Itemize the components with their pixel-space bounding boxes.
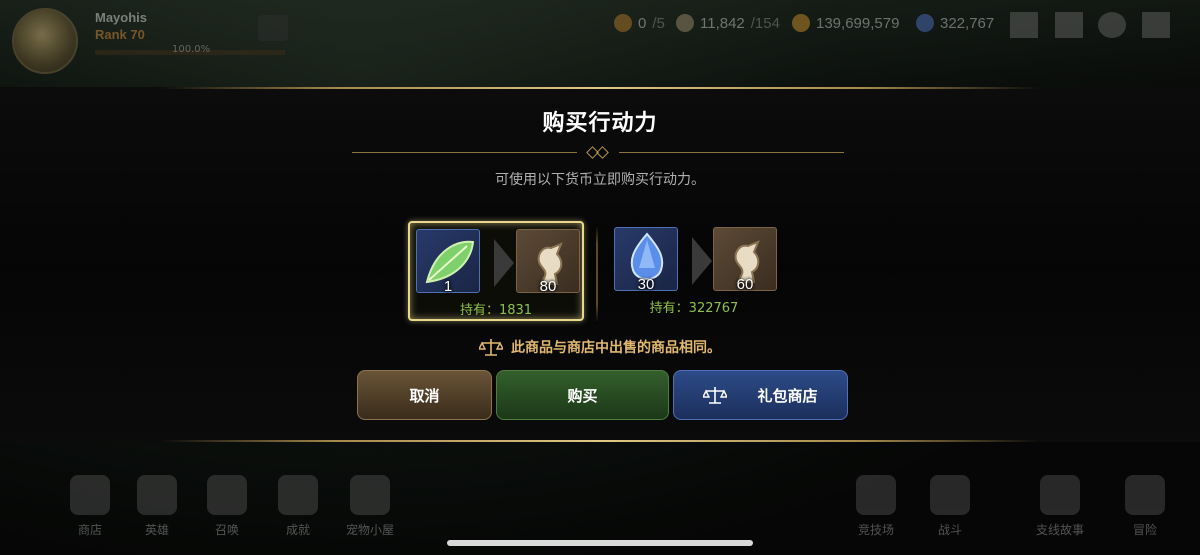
stamina-horse-icon	[676, 14, 694, 32]
nav-summon[interactable]: 召唤	[197, 475, 257, 538]
gain-quantity: 60	[736, 276, 754, 293]
nav-side-story[interactable]: 支线故事	[1030, 475, 1090, 538]
hourglass-icon	[614, 14, 632, 32]
package-shop-button[interactable]: 礼包商店	[673, 370, 848, 420]
same-item-notice: 此商品与商店中出售的商品相同。	[0, 337, 1200, 357]
gain-slot: 60	[713, 227, 777, 293]
gold-counter[interactable]: 139,699,579	[792, 14, 899, 32]
mail-icon[interactable]	[1055, 12, 1083, 38]
nav-hero[interactable]: 英雄	[127, 475, 187, 538]
cancel-button[interactable]: 取消	[357, 370, 492, 420]
gain-quantity: 80	[539, 278, 557, 295]
nav-pet-house[interactable]: 宠物小屋	[340, 475, 400, 538]
stamina-b-counter[interactable]: 11,842/154	[676, 14, 780, 32]
arrow-right-icon	[692, 237, 712, 285]
avatar[interactable]	[12, 8, 78, 74]
notice-text: 此商品与商店中出售的商品相同。	[511, 340, 721, 356]
option-separator	[596, 224, 598, 324]
owned-count: 持有：1831	[459, 303, 533, 318]
gain-slot: 80	[516, 229, 580, 295]
cost-slot: 30	[614, 227, 678, 293]
exp-percent: 100.0%	[172, 44, 211, 55]
purchase-option-leaf[interactable]: 1 80 持有：1831	[408, 221, 584, 321]
cost-quantity: 30	[637, 276, 655, 293]
arrow-right-icon	[494, 239, 514, 287]
buy-button[interactable]: 购买	[496, 370, 669, 420]
adventure-icon	[1125, 475, 1165, 515]
nav-battle[interactable]: 战斗	[920, 475, 980, 538]
scale-icon	[479, 339, 503, 356]
player-name: Mayohis	[95, 10, 148, 25]
home-indicator[interactable]	[447, 540, 753, 546]
shop-icon	[70, 475, 110, 515]
menu-icon[interactable]	[1142, 12, 1170, 38]
dialog-subtitle: 可使用以下货币立即购买行动力。	[495, 172, 705, 188]
cost-quantity: 1	[443, 278, 453, 295]
hero-icon	[137, 475, 177, 515]
stamina-a-counter[interactable]: 0/5	[614, 14, 665, 32]
gold-coin-icon	[792, 14, 810, 32]
arena-icon	[856, 475, 896, 515]
chat-icon[interactable]	[1098, 12, 1126, 38]
nav-arena[interactable]: 竞技场	[846, 475, 906, 538]
side-story-icon	[1040, 475, 1080, 515]
player-rank: Rank 70	[95, 27, 145, 42]
pet-house-icon	[350, 475, 390, 515]
achievement-icon	[278, 475, 318, 515]
crystal-counter[interactable]: 322,767	[916, 14, 994, 32]
cost-slot: 1	[416, 229, 480, 295]
dialog-title: 购买行动力	[542, 111, 658, 136]
scale-icon	[703, 387, 728, 404]
bag-icon[interactable]	[1010, 12, 1038, 38]
summon-icon	[207, 475, 247, 515]
purchase-option-crystal[interactable]: 30 60 持有：322767	[606, 221, 782, 321]
nav-achievement[interactable]: 成就	[268, 475, 328, 538]
battle-icon	[930, 475, 970, 515]
owned-count: 持有：322767	[649, 301, 739, 316]
nav-shop[interactable]: 商店	[60, 475, 120, 538]
crystal-icon	[916, 14, 934, 32]
lobby-button[interactable]	[258, 15, 288, 41]
nav-adventure[interactable]: 冒险	[1115, 475, 1175, 538]
buy-stamina-dialog: 购买行动力 可使用以下货币立即购买行动力。 1 80 持有：1831 30 60…	[0, 87, 1200, 442]
title-divider	[352, 146, 844, 159]
